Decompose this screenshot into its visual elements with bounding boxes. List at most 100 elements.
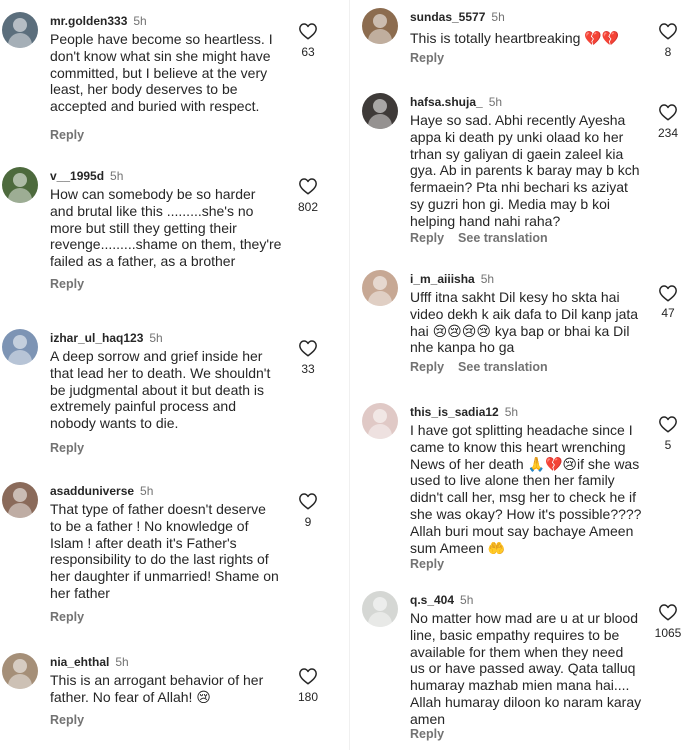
heart-icon[interactable]: [658, 603, 678, 621]
reply-button[interactable]: Reply: [410, 231, 444, 245]
like-count: 47: [661, 306, 675, 320]
username[interactable]: v__1995d: [50, 169, 104, 183]
comment-item: nia_ehthal 5h This is an arrogant behavio…: [0, 651, 340, 741]
heart-icon[interactable]: [298, 22, 318, 40]
heart-icon[interactable]: [298, 667, 318, 685]
comment-text: This is totally heartbreaking 💔💔: [410, 30, 620, 46]
comment-meta: this_is_sadia12 5h: [410, 405, 518, 419]
comment-item: this_is_sadia12 5h I have got splitting h…: [360, 401, 700, 576]
see-translation-link[interactable]: See translation: [458, 231, 548, 245]
comment-actions: Reply: [50, 128, 84, 142]
like-count: 33: [301, 362, 315, 376]
username[interactable]: i_m_aiiisha: [410, 272, 475, 286]
comment-text: How can somebody be so harder and brutal…: [50, 186, 282, 270]
like-count: 9: [304, 515, 312, 529]
comment-item: izhar_ul_haq123 5h A deep sorrow and grie…: [0, 327, 340, 462]
reply-button[interactable]: Reply: [410, 51, 444, 65]
comment-text: A deep sorrow and grief inside her that …: [50, 348, 271, 432]
comment-text: No matter how mad are u at ur blood line…: [410, 610, 642, 727]
username[interactable]: izhar_ul_haq123: [50, 331, 143, 345]
comment-actions: Reply See translation: [410, 360, 548, 374]
avatar[interactable]: [362, 270, 398, 306]
like-count: 234: [657, 126, 679, 140]
avatar[interactable]: [362, 403, 398, 439]
username[interactable]: asadduniverse: [50, 484, 134, 498]
timestamp: 5h: [504, 405, 519, 419]
see-translation-link[interactable]: See translation: [458, 360, 548, 374]
like-count: 180: [297, 690, 319, 704]
comment-meta: izhar_ul_haq123 5h: [50, 331, 163, 345]
comment-text: People have become so heartless. I don't…: [50, 31, 273, 115]
avatar[interactable]: [362, 8, 398, 44]
heart-icon[interactable]: [658, 284, 678, 302]
username[interactable]: sundas_5577: [410, 10, 485, 24]
comment-item: mr.golden333 5h People have become so hea…: [0, 10, 340, 150]
avatar[interactable]: [362, 93, 398, 129]
timestamp: 5h: [110, 169, 124, 183]
comment-item: q.s_404 5h No matter how mad are u at ur …: [360, 589, 700, 744]
comment-actions: Reply: [50, 713, 84, 727]
comment-actions: Reply: [50, 277, 84, 291]
avatar[interactable]: [2, 12, 38, 48]
timestamp: 5h: [460, 593, 474, 607]
comment-actions: Reply: [410, 51, 444, 65]
timestamp: 5h: [488, 95, 503, 109]
timestamp: 5h: [140, 484, 154, 498]
username[interactable]: this_is_sadia12: [410, 405, 499, 419]
comment-text: I have got splitting headache since I ca…: [410, 422, 642, 556]
avatar[interactable]: [2, 167, 38, 203]
heart-icon[interactable]: [298, 177, 318, 195]
heart-icon[interactable]: [298, 492, 318, 510]
comment-item: hafsa.shuja_ 5h Haye so sad. Abhi recentl…: [360, 91, 700, 251]
comment-actions: Reply: [410, 727, 444, 741]
comment-text: Haye so sad. Abhi recently Ayesha appa k…: [410, 112, 640, 229]
comment-text: Ufff itna sakht Dil kesy ho skta hai vid…: [410, 289, 639, 356]
comment-item: i_m_aiiisha 5h Ufff itna sakht Dil kesy h…: [360, 268, 700, 378]
column-divider: [349, 0, 350, 750]
heart-icon[interactable]: [658, 22, 678, 40]
comment-meta: i_m_aiiisha 5h: [410, 272, 494, 286]
comment-meta: asadduniverse 5h: [50, 484, 153, 498]
reply-button[interactable]: Reply: [50, 128, 84, 142]
reply-button[interactable]: Reply: [50, 277, 84, 291]
timestamp: 5h: [480, 272, 495, 286]
username[interactable]: hafsa.shuja_: [410, 95, 483, 109]
comment-item: asadduniverse 5h That type of father does…: [0, 480, 340, 630]
like-count: 5: [664, 438, 672, 452]
username[interactable]: mr.golden333: [50, 14, 127, 28]
comment-text: That type of father doesn't deserve to b…: [50, 501, 279, 601]
like-count: 8: [664, 45, 672, 59]
comment-text: This is an arrogant behavior of her fath…: [50, 672, 264, 705]
timestamp: 5h: [115, 655, 129, 669]
comment-meta: mr.golden333 5h: [50, 14, 147, 28]
like-count: 63: [301, 45, 315, 59]
heart-icon[interactable]: [298, 339, 318, 357]
avatar[interactable]: [2, 653, 38, 689]
reply-button[interactable]: Reply: [50, 441, 84, 455]
comment-actions: Reply: [50, 441, 84, 455]
comment-meta: nia_ehthal 5h: [50, 655, 129, 669]
comment-actions: Reply: [410, 557, 444, 571]
heart-icon[interactable]: [658, 415, 678, 433]
timestamp: 5h: [149, 331, 163, 345]
avatar[interactable]: [2, 329, 38, 365]
reply-button[interactable]: Reply: [410, 557, 444, 571]
timestamp: 5h: [133, 14, 147, 28]
comment-meta: q.s_404 5h: [410, 593, 473, 607]
comment-actions: Reply: [50, 610, 84, 624]
reply-button[interactable]: Reply: [50, 713, 84, 727]
reply-button[interactable]: Reply: [50, 610, 84, 624]
heart-icon[interactable]: [658, 103, 678, 121]
avatar[interactable]: [362, 591, 398, 627]
comment-actions: Reply See translation: [410, 231, 548, 245]
username[interactable]: nia_ehthal: [50, 655, 109, 669]
username[interactable]: q.s_404: [410, 593, 454, 607]
reply-button[interactable]: Reply: [410, 727, 444, 741]
comment-meta: sundas_5577 5h: [410, 10, 505, 24]
reply-button[interactable]: Reply: [410, 360, 444, 374]
comment-item: sundas_5577 5h This is totally heartbreak…: [360, 6, 700, 68]
avatar[interactable]: [2, 482, 38, 518]
timestamp: 5h: [491, 10, 505, 24]
comment-meta: hafsa.shuja_ 5h: [410, 95, 502, 109]
comment-item: v__1995d 5h How can somebody be so harder…: [0, 165, 340, 300]
